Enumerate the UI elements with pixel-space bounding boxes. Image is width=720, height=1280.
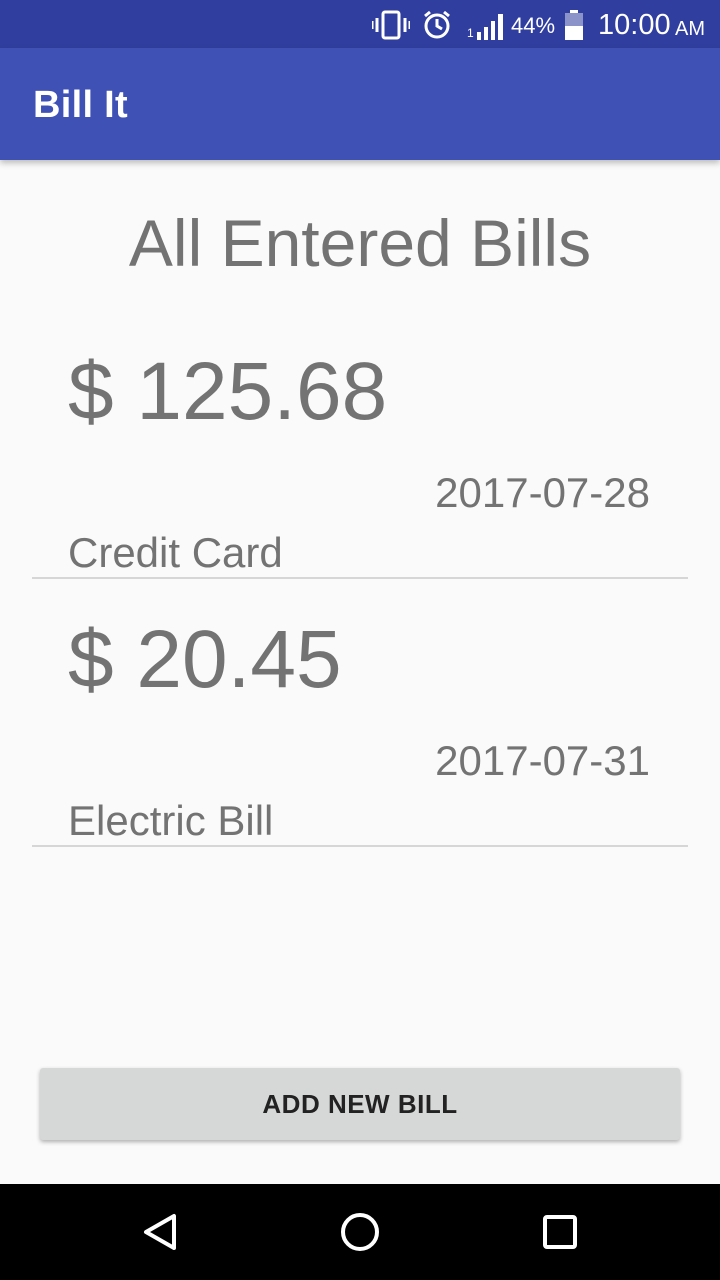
home-icon[interactable] — [336, 1208, 384, 1256]
bill-list-item[interactable]: $ 125.68 2017-07-28 Credit Card — [32, 309, 688, 579]
clock-time: 10:00 — [598, 9, 671, 41]
page-title: All Entered Bills — [128, 206, 592, 280]
bill-date: 2017-07-31 — [435, 737, 650, 784]
add-new-bill-button[interactable]: ADD NEW BILL — [40, 1068, 680, 1140]
bill-amount: $ 125.68 — [68, 346, 388, 437]
vibrate-icon — [372, 10, 410, 40]
battery-icon — [565, 10, 583, 40]
alarm-icon — [424, 10, 450, 39]
clock-suffix: AM — [675, 18, 705, 40]
sim-slot-label: 1 — [467, 26, 474, 40]
bill-name: Electric Bill — [68, 797, 274, 844]
bill-date: 2017-07-28 — [435, 469, 650, 516]
navigation-bar — [0, 1184, 720, 1280]
bill-amount: $ 20.45 — [68, 614, 342, 705]
bill-name: Credit Card — [68, 529, 283, 576]
recents-icon[interactable] — [536, 1208, 584, 1256]
back-icon[interactable] — [136, 1208, 184, 1256]
status-bar: 1 44% 10:00 AM — [0, 0, 720, 48]
battery-percent: 44% — [511, 13, 556, 38]
app-title: Bill It — [33, 84, 128, 126]
signal-icon — [477, 14, 503, 40]
bill-list-item[interactable]: $ 20.45 2017-07-31 Electric Bill — [32, 577, 688, 847]
app-bar: Bill It — [0, 48, 720, 160]
